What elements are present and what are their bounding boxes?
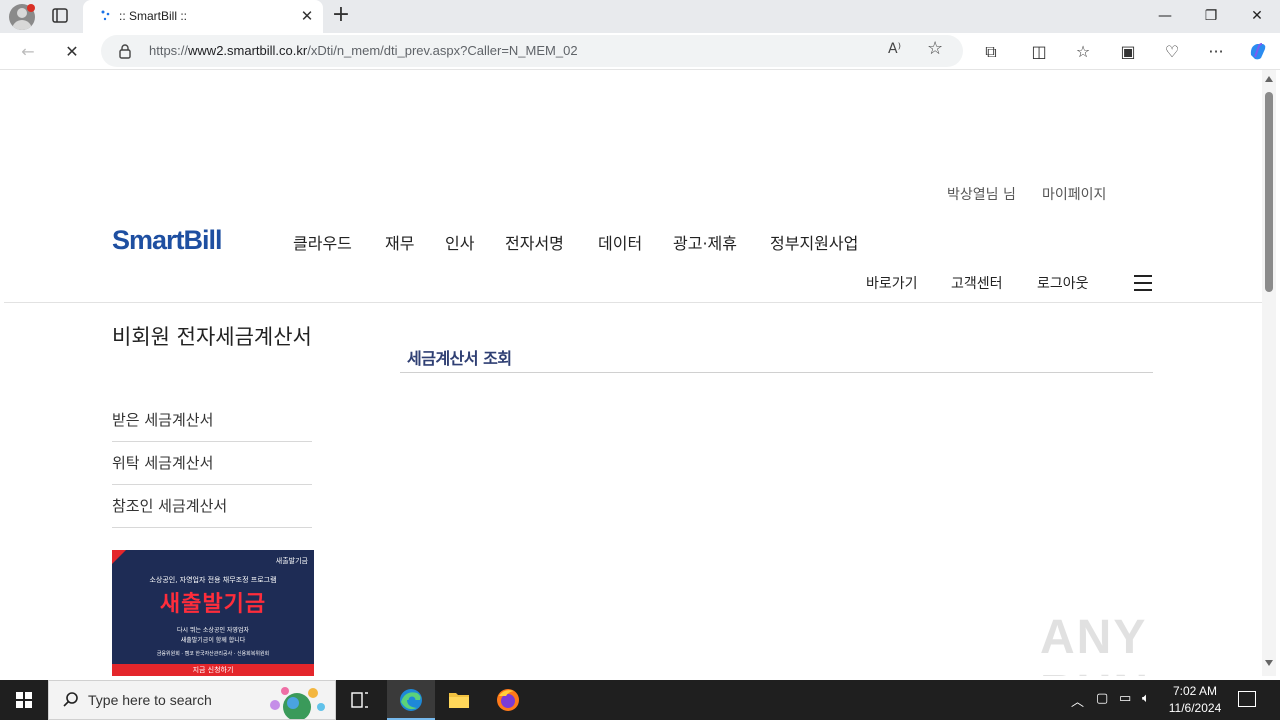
more-icon[interactable]: ···	[1204, 40, 1228, 64]
smartbill-logo[interactable]: SmartBill	[112, 225, 223, 256]
file-explorer-icon[interactable]	[435, 680, 483, 720]
clock-date: 11/6/2024	[1168, 701, 1222, 715]
promo-banner[interactable]: 새출발기금 소상공인, 자영업자 전용 채무조정 프로그램 새출발기금 다시 뛰…	[112, 550, 314, 676]
back-icon[interactable]: ←	[16, 40, 40, 64]
mypage-link[interactable]: 마이페이지	[1042, 184, 1106, 204]
sidebar-item-received[interactable]: 받은 세금계산서	[112, 399, 312, 442]
notifications-icon[interactable]	[1238, 691, 1256, 707]
split-screen-icon[interactable]: ◫	[1027, 40, 1051, 64]
restore-icon[interactable]: ❐	[1196, 5, 1226, 27]
logout-link[interactable]: 로그아웃	[1037, 273, 1089, 293]
banner-headline: 새출발기금	[159, 592, 267, 617]
content-divider	[400, 372, 1153, 373]
gnb-item-gov-support[interactable]: 정부지원사업	[770, 230, 858, 254]
windows-taskbar: Type here to search ︿ ▢ ▭ 🔈︎ 7:02 AM 11/…	[0, 680, 1280, 720]
active-tab[interactable]: :: SmartBill :: ✕	[83, 0, 323, 33]
hamburger-menu-icon[interactable]	[1134, 275, 1152, 291]
content-title: 세금계산서 조회	[407, 349, 512, 368]
gnb-item-data[interactable]: 데이터	[598, 230, 642, 254]
favorites-icon[interactable]: ☆	[1071, 40, 1095, 64]
loading-favicon-icon	[101, 10, 110, 21]
performance-icon[interactable]: ♡	[1160, 40, 1184, 64]
lock-icon[interactable]	[118, 43, 132, 59]
sidebar-item-reference[interactable]: 참조인 세금계산서	[112, 485, 312, 528]
new-tab-icon[interactable]: +	[330, 4, 352, 26]
collections-icon[interactable]: ▣	[1116, 40, 1140, 64]
gnb-item-hr[interactable]: 인사	[445, 230, 474, 254]
gnb-item-finance[interactable]: 재무	[385, 230, 414, 254]
search-highlight-icon	[270, 687, 325, 719]
clock-time: 7:02 AM	[1172, 684, 1218, 698]
user-name: 박상열님 님	[947, 187, 1016, 203]
anyrun-watermark: ANY RUN	[1040, 611, 1148, 676]
sidebar-title: 비회원 전자세금계산서	[112, 325, 312, 349]
tray-app-icon[interactable]: ▢	[1096, 691, 1108, 706]
scroll-up-arrow-icon[interactable]	[1265, 76, 1273, 82]
gnb-item-esign[interactable]: 전자서명	[505, 230, 564, 254]
taskbar-search[interactable]: Type here to search	[48, 680, 336, 720]
tab-actions-icon[interactable]	[48, 6, 72, 26]
header-divider	[4, 302, 1262, 303]
stop-icon[interactable]: ✕	[60, 40, 84, 64]
gnb-item-cloud[interactable]: 클라우드	[293, 230, 352, 254]
search-icon	[63, 692, 78, 707]
task-view-icon[interactable]	[336, 680, 384, 720]
banner-description: 다시 뛰는 소상공인 자영업자 새출발기금이 함께 합니다	[177, 627, 249, 644]
banner-cta-button[interactable]: 지금 신청하기	[112, 664, 314, 676]
window-close-icon[interactable]: ✕	[1242, 5, 1272, 27]
sidebar-item-consigned[interactable]: 위탁 세금계산서	[112, 442, 312, 485]
browser-toolbar: ← ✕ https://www2.smartbill.co.kr/xDti/n_…	[0, 33, 1280, 70]
tab-title: :: SmartBill ::	[119, 9, 188, 23]
banner-brand: 새출발기금	[275, 557, 308, 565]
favorite-star-icon[interactable]: ☆	[927, 38, 943, 59]
tray-chevron-icon[interactable]: ︿	[1071, 691, 1084, 710]
taskbar-clock[interactable]: 7:02 AM 11/6/2024	[1160, 683, 1230, 717]
minimize-icon[interactable]: —	[1150, 5, 1180, 27]
close-tab-icon[interactable]: ✕	[298, 7, 316, 25]
scroll-down-arrow-icon[interactable]	[1265, 660, 1273, 666]
address-bar[interactable]: https://www2.smartbill.co.kr/xDti/n_mem/…	[101, 35, 963, 67]
edge-taskbar-icon[interactable]	[387, 680, 435, 720]
scrollbar-thumb[interactable]	[1265, 92, 1273, 292]
shortcut-link[interactable]: 바로가기	[866, 273, 918, 293]
notification-dot	[27, 4, 35, 12]
customer-center-link[interactable]: 고객센터	[951, 273, 1003, 293]
read-aloud-icon[interactable]: A⁾	[888, 41, 901, 57]
firefox-icon[interactable]	[484, 680, 532, 720]
banner-corner	[112, 550, 126, 564]
windows-start-icon[interactable]	[0, 680, 48, 720]
volume-icon[interactable]: 🔈︎	[1142, 691, 1150, 706]
page-viewport: 박상열님 님 마이페이지 SmartBill 클라우드 재무 인사 전자서명 데…	[4, 70, 1262, 676]
copilot-icon[interactable]	[1246, 40, 1270, 64]
url-text[interactable]: https://www2.smartbill.co.kr/xDti/n_mem/…	[149, 43, 578, 58]
gnb-item-partnership[interactable]: 광고·제휴	[673, 230, 737, 254]
network-icon[interactable]: ▭	[1119, 691, 1131, 706]
banner-partner-logos: 금융위원회 · 캠코 한국자산관리공사 · 신용회복위원회	[156, 651, 270, 657]
page-scrollbar[interactable]	[1262, 70, 1276, 676]
browser-tab-bar: :: SmartBill :: ✕ + — ❐ ✕	[0, 0, 1280, 33]
extensions-icon[interactable]: ⧉	[979, 40, 1003, 64]
search-placeholder: Type here to search	[88, 692, 212, 708]
banner-subtitle: 소상공인, 자영업자 전용 채무조정 프로그램	[149, 576, 277, 584]
